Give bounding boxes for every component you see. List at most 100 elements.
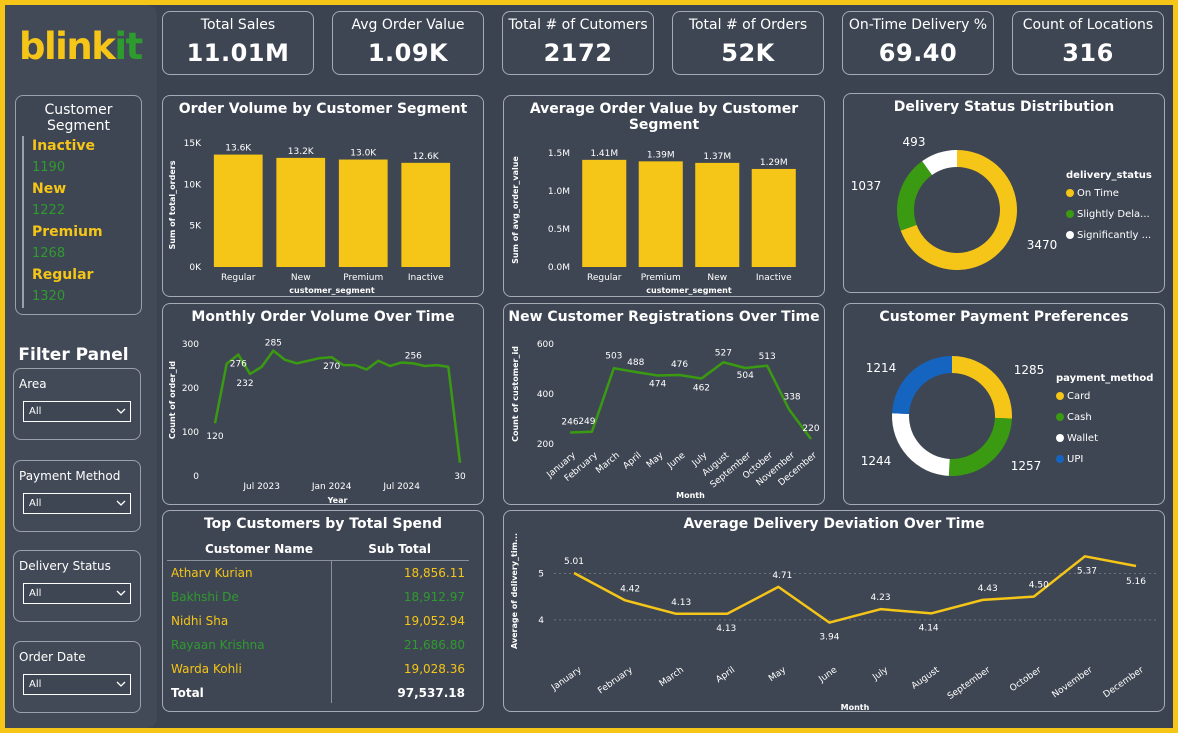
- bar-data-label: 1.39M: [647, 150, 675, 160]
- slice-data-label: 1257: [1011, 459, 1042, 473]
- slicer-item-count: 1222: [32, 203, 66, 218]
- payment-prefs-chart: 1285 1257 1244 1214 payment_method Card Cash Wa…: [861, 356, 1153, 476]
- point-data-label: 120: [206, 432, 223, 442]
- point-data-label: 285: [265, 339, 282, 349]
- table-header: Customer Name Sub Total: [167, 537, 469, 561]
- kpi-label: Avg Order Value: [351, 17, 465, 33]
- filter-area: Area All: [13, 368, 141, 440]
- point-data-label: 270: [323, 362, 340, 372]
- slicer-item-regular[interactable]: Regular 1320: [22, 265, 103, 308]
- col-sub-total[interactable]: Sub Total: [368, 537, 431, 561]
- avg-order-value-card: Average Order Value by Customer Segment …: [503, 95, 825, 297]
- slicer-item-premium[interactable]: Premium 1268: [22, 222, 103, 265]
- filter-label: Delivery Status: [19, 559, 111, 573]
- donut-slice: [892, 356, 952, 415]
- delivery-deviation-card: Average Delivery Deviation Over Time 455…: [503, 510, 1165, 712]
- kpi-label: Count of Locations: [1022, 17, 1154, 33]
- point-data-label: 232: [236, 379, 253, 389]
- slice-data-label: 493: [903, 135, 926, 149]
- chevron-down-icon: [116, 500, 126, 506]
- bar: [638, 161, 683, 267]
- slicer-item-label: Premium: [32, 224, 103, 240]
- point-data-label: 220: [802, 424, 819, 434]
- top-customers-table: Customer Name Sub Total Atharv Kurian 18,…: [167, 537, 469, 705]
- table-divider: [331, 561, 332, 703]
- slicer-item-count: 1268: [32, 246, 66, 261]
- point-data-label: 5.16: [1126, 577, 1146, 587]
- x-axis-label: Month: [841, 703, 870, 712]
- table-row: Rayaan Krishna 21,686.80: [167, 633, 469, 657]
- point-data-label: 4.14: [919, 623, 939, 633]
- x-tick-label: Jul 2023: [242, 482, 280, 492]
- point-data-label: 474: [649, 380, 666, 390]
- x-tick-label: May: [767, 665, 789, 684]
- legend-label: Card: [1067, 391, 1090, 402]
- y-tick-label: 600: [537, 340, 554, 350]
- point-data-label: 527: [715, 348, 732, 358]
- legend-label: On Time: [1077, 188, 1119, 199]
- kpi-label: Total Sales: [200, 17, 276, 33]
- legend-title: payment_method: [1056, 373, 1153, 384]
- x-axis-label: customer_segment: [289, 286, 375, 295]
- series-line: [573, 555, 1137, 624]
- slice-data-label: 1285: [1014, 363, 1045, 377]
- slice-data-label: 3470: [1027, 238, 1058, 252]
- point-data-label: 4.50: [1029, 581, 1049, 591]
- table-total-row: Total 97,537.18: [167, 681, 469, 705]
- y-tick-label: 400: [537, 390, 554, 400]
- order-volume-card: Order Volume by Customer Segment 0K 5K 10K…: [162, 95, 484, 297]
- slice-data-label: 1244: [861, 454, 892, 468]
- payment-method-dropdown[interactable]: All: [23, 493, 131, 514]
- bar: [695, 162, 740, 267]
- slicer-item-new[interactable]: New 1222: [22, 179, 103, 222]
- y-axis-label: Sum of avg_order_value: [511, 156, 520, 264]
- dropdown-value: All: [29, 406, 42, 417]
- point-data-label: 4.13: [671, 598, 691, 608]
- col-customer-name[interactable]: Customer Name: [205, 537, 313, 561]
- point-data-label: 504: [737, 371, 754, 381]
- x-tick-label: November: [1051, 665, 1095, 700]
- legend-label: Wallet: [1067, 433, 1098, 444]
- bar: [213, 154, 263, 267]
- total-label: Total: [171, 686, 204, 700]
- point-data-label: 338: [783, 393, 800, 403]
- delivery-status-card: Delivery Status Distribution 3470 1037 493…: [843, 93, 1165, 293]
- y-tick-label: 200: [182, 384, 199, 394]
- y-tick-label: 5K: [189, 222, 202, 232]
- donut-slice: [948, 417, 1012, 476]
- slicer-item-label: Inactive: [32, 138, 96, 154]
- point-data-label: 5.01: [564, 557, 584, 567]
- area-dropdown[interactable]: All: [23, 401, 131, 422]
- sub-total: 18,912.97: [403, 590, 465, 604]
- kpi-card-on-time-delivery-: On-Time Delivery % 69.40: [842, 11, 994, 75]
- order-date-dropdown[interactable]: All: [23, 674, 131, 695]
- x-tick-label: New: [707, 273, 727, 283]
- x-tick-label: January: [549, 665, 584, 694]
- sub-total: 19,052.94: [403, 614, 465, 628]
- kpi-label: On-Time Delivery %: [848, 17, 988, 33]
- sub-total: 21,686.80: [403, 638, 465, 652]
- kpi-label: Total # of Cutomers: [508, 17, 648, 33]
- point-data-label: 30: [454, 472, 466, 482]
- slicer-item-label: Regular: [32, 267, 94, 283]
- y-axis-label: Count of customer_id: [511, 346, 520, 442]
- x-tick-label: April: [621, 451, 643, 472]
- point-data-label: 249: [578, 417, 595, 427]
- x-tick-label: Inactive: [756, 273, 792, 283]
- kpi-card-avg-order-value: Avg Order Value 1.09K: [332, 11, 484, 75]
- kpi-label: Total # of Orders: [688, 17, 808, 33]
- kpi-card-total-sales: Total Sales 11.01M: [162, 11, 314, 75]
- blinkit-logo: blinkit: [19, 25, 143, 68]
- bar: [276, 157, 326, 267]
- x-tick-label: December: [1102, 665, 1146, 700]
- slice-data-label: 1037: [851, 179, 882, 193]
- slicer-item-inactive[interactable]: Inactive 1190: [22, 136, 103, 179]
- kpi-value: 2172: [543, 39, 613, 67]
- table-row: Nidhi Sha 19,052.94: [167, 609, 469, 633]
- point-data-label: 488: [627, 358, 644, 368]
- legend-marker: [1056, 455, 1064, 463]
- y-tick-label: 4: [538, 616, 544, 626]
- customer-name: Bakhshi De: [171, 590, 239, 604]
- delivery-status-dropdown[interactable]: All: [23, 583, 131, 604]
- kpi-value: 1.09K: [367, 39, 449, 67]
